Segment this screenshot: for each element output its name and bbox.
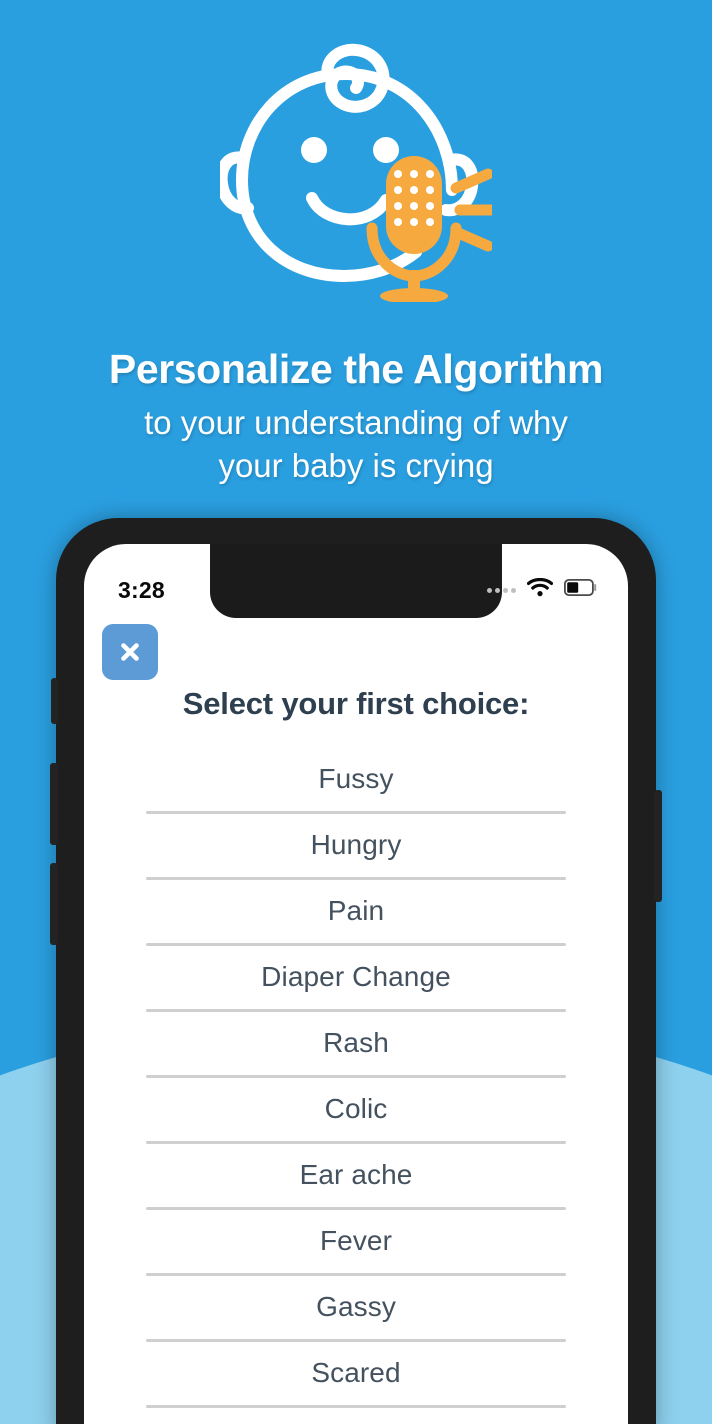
choice-item[interactable]: Fussy	[146, 748, 566, 811]
choice-item[interactable]: Hungry	[146, 814, 566, 877]
wifi-icon	[526, 577, 554, 602]
choice-item[interactable]: Pain	[146, 880, 566, 943]
page-title: Select your first choice:	[182, 686, 530, 721]
headline-block: Personalize the Algorithm to your unders…	[0, 346, 712, 488]
headline-subtitle-line2: your baby is crying	[218, 447, 494, 485]
close-button[interactable]	[102, 624, 158, 680]
signal-dots-icon	[487, 587, 516, 593]
phone-volume-down-button[interactable]	[50, 863, 58, 945]
status-time: 3:28	[118, 576, 165, 603]
promo-screen: Personalize the Algorithm to your unders…	[0, 0, 712, 1424]
app-content: Select your first choice: Fussy Hungry Pai…	[84, 618, 628, 1424]
choice-item[interactable]: Colic	[146, 1078, 566, 1141]
choice-item[interactable]: Ear ache	[146, 1144, 566, 1207]
headline-subtitle-line1: to your understanding of why	[144, 404, 568, 442]
status-bar: 3:28	[84, 544, 628, 618]
choice-item[interactable]: Fever	[146, 1210, 566, 1273]
phone-power-button[interactable]	[654, 790, 662, 902]
phone-silent-switch[interactable]	[51, 678, 58, 724]
phone-volume-up-button[interactable]	[50, 763, 58, 845]
phone-screen: 3:28 Select your first choice: Fussy Hun…	[84, 544, 628, 1424]
choice-item[interactable]: Scared	[146, 1342, 566, 1405]
choice-item[interactable]: Diaper Change	[146, 946, 566, 1009]
phone-mockup: 3:28 Select your first choice: Fussy Hun…	[50, 518, 662, 1424]
headline-title: Personalize the Algorithm	[108, 346, 604, 392]
choice-item[interactable]: Separation	[146, 1408, 566, 1424]
app-logo	[0, 38, 712, 302]
close-icon	[119, 641, 141, 663]
choice-list: Fussy Hungry Pain Diaper Change Rash Colic Ear…	[84, 748, 628, 1424]
battery-icon	[563, 578, 598, 601]
choice-item[interactable]: Rash	[146, 1012, 566, 1075]
microphone-icon	[366, 156, 492, 302]
choice-item[interactable]: Gassy	[146, 1276, 566, 1339]
